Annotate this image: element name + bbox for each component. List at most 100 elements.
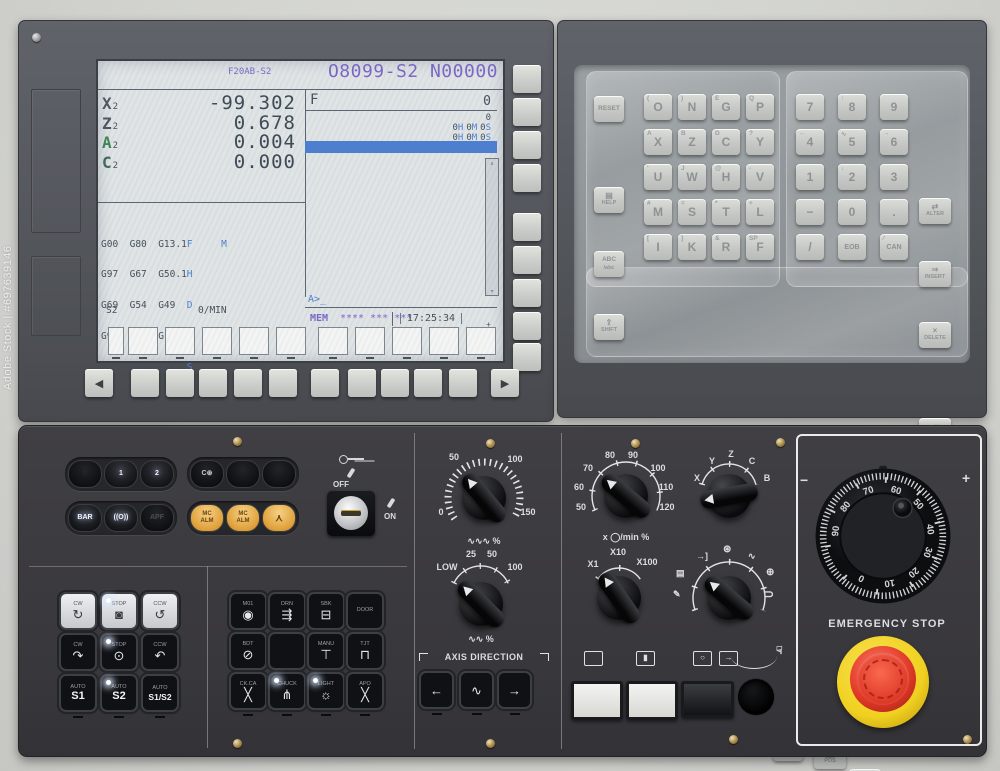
rapid-override-knob[interactable]	[454, 577, 508, 631]
dry-run-button[interactable]: DRN ⇶	[270, 594, 304, 636]
reset-key[interactable]: RESET	[594, 96, 624, 122]
key-M[interactable]: # M	[644, 199, 672, 225]
key-slash[interactable]: /	[796, 234, 824, 260]
shift-key[interactable]: ⇧ SHIFT	[594, 314, 624, 340]
lamp-apf[interactable]: APF	[140, 504, 174, 532]
key-W[interactable]: JW	[678, 164, 706, 190]
cycle-start-button[interactable]	[571, 681, 623, 720]
alter-key[interactable]: ⇄ ALTER	[919, 198, 951, 224]
lamp-cleaning[interactable]: ⋏	[262, 504, 296, 532]
softkey[interactable]	[166, 369, 194, 397]
key-2[interactable]: ↓ 2	[838, 164, 866, 190]
spindle-override-knob[interactable]	[597, 470, 655, 522]
insert-key[interactable]: ⇒ INSERT	[919, 261, 951, 287]
chuck-button[interactable]: CHUCK ⋔	[270, 674, 304, 716]
side-softkey[interactable]	[513, 65, 541, 93]
auto-s2-button[interactable]: AUTO S2	[102, 676, 136, 718]
block-delete-button[interactable]: BDT ⊘	[231, 634, 265, 676]
side-softkey[interactable]	[513, 213, 541, 241]
program-protect-keyswitch[interactable]	[327, 490, 375, 536]
lamp-bar-feeder[interactable]: BAR	[68, 504, 102, 532]
spindle-stop-button[interactable]: STOP ◙	[102, 594, 136, 636]
key-3[interactable]: 3	[880, 164, 908, 190]
work-light-button[interactable]: LIGHT ☼	[309, 674, 343, 716]
auto-s1-button[interactable]: AUTO S1	[61, 676, 95, 718]
side-softkey[interactable]	[513, 131, 541, 159]
softkey[interactable]	[269, 369, 297, 397]
key-T[interactable]: * T	[712, 199, 740, 225]
key-5[interactable]: ∿ 5	[838, 129, 866, 155]
key-P[interactable]: QP	[746, 94, 774, 120]
key-O[interactable]: (O	[644, 94, 672, 120]
side-softkey[interactable]	[513, 343, 541, 371]
handwheel[interactable]: 0 10 20 30 40 50 60 70 80 90	[807, 460, 959, 612]
tool-jet-button[interactable]: TJT ⊓	[348, 634, 382, 676]
spindle-ccw-button[interactable]: CCW ↺	[143, 594, 177, 636]
softkey[interactable]	[234, 369, 262, 397]
softkey[interactable]	[414, 369, 442, 397]
softkey[interactable]	[131, 369, 159, 397]
turret-stop-button[interactable]: STOP ⊙	[102, 635, 136, 677]
emergency-stop-button[interactable]	[850, 646, 916, 712]
manual-coolant-button[interactable]: MANU ⊤	[309, 634, 343, 676]
side-softkey[interactable]	[513, 312, 541, 340]
key-L[interactable]: + L	[746, 199, 774, 225]
single-block-button[interactable]: SBK ⊟	[309, 594, 343, 636]
key-4[interactable]: ← 4	[796, 129, 824, 155]
auto-s1s2-button[interactable]: AUTO S1/S2	[143, 676, 177, 718]
axis-minus-button[interactable]: ←	[421, 673, 452, 715]
door-button[interactable]: DOOR	[348, 594, 382, 636]
softkey-prev-button[interactable]: ◀	[85, 369, 113, 397]
key-period[interactable]: .	[880, 199, 908, 225]
chuck-air-button[interactable]: CK.CA ╳	[231, 674, 265, 716]
key-G[interactable]: EG	[712, 94, 740, 120]
key-7[interactable]: 7	[796, 94, 824, 120]
lamp-operator1[interactable]: 1	[104, 460, 138, 488]
mode-select-knob[interactable]	[700, 572, 758, 624]
lamp-blank[interactable]	[262, 460, 296, 488]
softkey[interactable]	[449, 369, 477, 397]
key-H[interactable]: @ H	[712, 164, 740, 190]
lamp-blank[interactable]	[226, 460, 260, 488]
spindle-cw-button[interactable]: CW ↻	[61, 594, 95, 636]
key-Y[interactable]: ? Y	[746, 129, 774, 155]
axis-rapid-button[interactable]: ∿	[461, 673, 492, 715]
key-6[interactable]: → 6	[880, 129, 908, 155]
pendant-socket[interactable]	[738, 679, 774, 715]
help-key[interactable]: ▤ HELP	[594, 187, 624, 213]
softkey[interactable]	[199, 369, 227, 397]
key-X[interactable]: AX	[644, 129, 672, 155]
key-K[interactable]: ] K	[678, 234, 706, 260]
softkey[interactable]	[311, 369, 339, 397]
case-toggle-key[interactable]: ABC/abc	[594, 251, 624, 277]
turret-cw-button[interactable]: CW ↷	[61, 635, 95, 677]
program-stop-button[interactable]	[681, 681, 734, 718]
side-softkey[interactable]	[513, 98, 541, 126]
key-eob[interactable]: EOB	[838, 234, 866, 260]
lamp-standby[interactable]: ◌	[68, 460, 102, 488]
blank-button[interactable]	[270, 634, 304, 676]
key-V[interactable]: -V	[746, 164, 774, 190]
side-softkey[interactable]	[513, 246, 541, 274]
side-softkey[interactable]	[513, 164, 541, 192]
key-N[interactable]: ) N	[678, 94, 706, 120]
apo-button[interactable]: APO ╳	[348, 674, 382, 716]
feed-override-knob[interactable]	[458, 469, 510, 527]
softkey[interactable]	[381, 369, 409, 397]
key-S[interactable]: = S	[678, 199, 706, 225]
softkey-next-button[interactable]: ▶	[491, 369, 519, 397]
lamp-mc-alarm-2[interactable]: MC ALM	[226, 504, 260, 532]
key-U[interactable]: ' U	[644, 164, 672, 190]
key-can[interactable]: ∕ CAN	[880, 234, 908, 260]
delete-key[interactable]: × DELETE	[919, 322, 951, 348]
key-C[interactable]: DC	[712, 129, 740, 155]
side-softkey[interactable]	[513, 279, 541, 307]
key-Z[interactable]: BZ	[678, 129, 706, 155]
optional-stop-button[interactable]: M01 ◉	[231, 594, 265, 636]
axis-select-knob[interactable]	[698, 474, 760, 518]
key-R[interactable]: & R	[712, 234, 740, 260]
lamp-operator2[interactable]: 2	[140, 460, 174, 488]
lamp-mc-alarm-1[interactable]: MC ALM	[190, 504, 224, 532]
key-I[interactable]: [I	[644, 234, 672, 260]
softkey[interactable]	[348, 369, 376, 397]
